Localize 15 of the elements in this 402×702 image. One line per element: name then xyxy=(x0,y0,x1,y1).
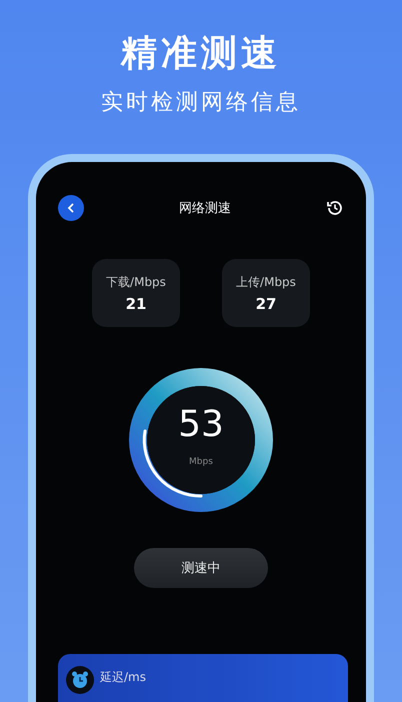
back-button[interactable] xyxy=(58,195,84,221)
stat-label: 上传/Mbps xyxy=(236,274,296,290)
back-chevron-icon xyxy=(66,203,76,213)
stat-value: 27 xyxy=(256,294,276,312)
speed-unit: Mbps xyxy=(189,457,213,468)
speed-value: 53 xyxy=(178,404,224,446)
banner-subtitle: 实时检测网络信息 xyxy=(101,89,301,117)
banner-title: 精准测速 xyxy=(121,32,281,76)
alarm-clock-icon xyxy=(66,666,94,694)
history-icon[interactable] xyxy=(326,199,344,217)
stat-label: 下载/Mbps xyxy=(106,274,166,290)
latency-label: 延迟/ms xyxy=(100,669,146,686)
testing-button[interactable]: 测速中 xyxy=(134,548,268,588)
stat-value: 21 xyxy=(126,294,146,312)
screen-title: 网络测速 xyxy=(179,200,231,217)
